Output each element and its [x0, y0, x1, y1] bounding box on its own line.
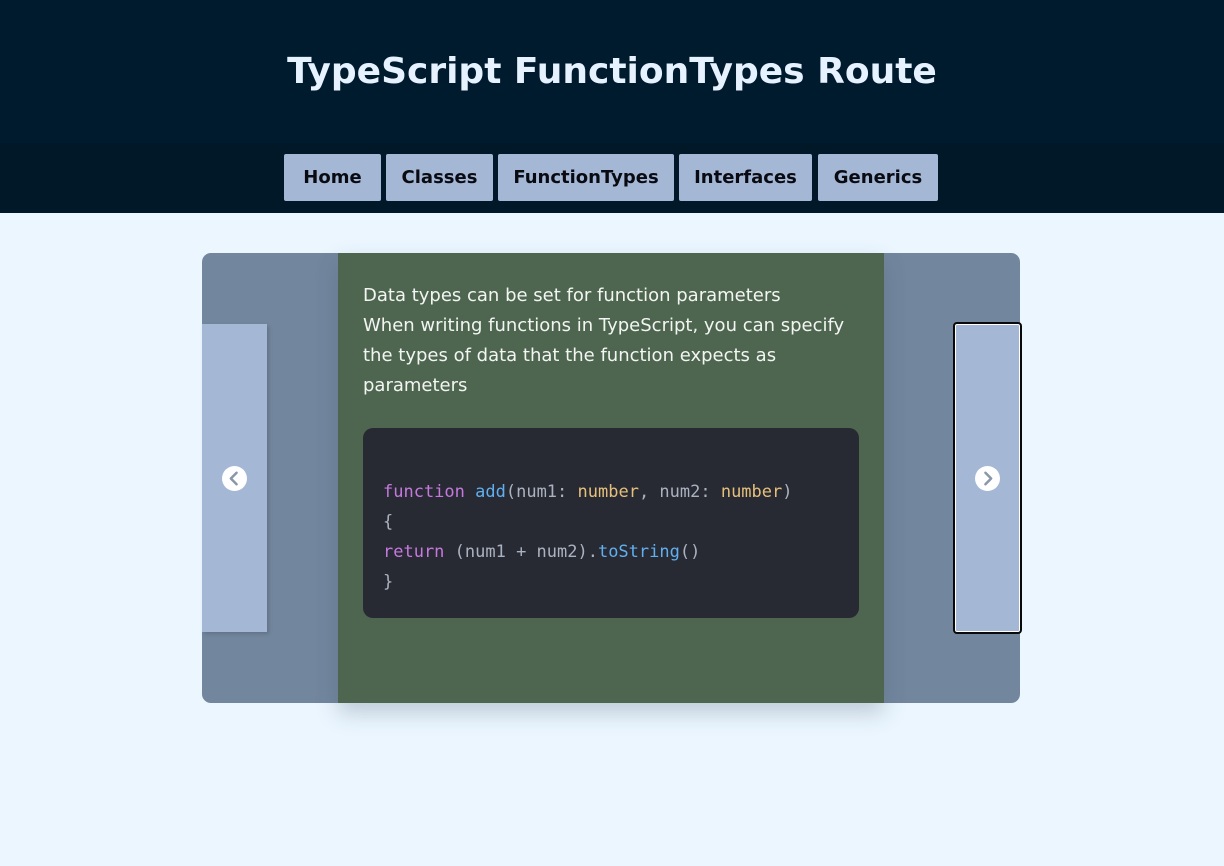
- nav-functiontypes-button[interactable]: FunctionTypes: [498, 154, 674, 201]
- nav-home-button[interactable]: Home: [284, 154, 381, 201]
- nav-classes-button[interactable]: Classes: [386, 154, 493, 201]
- carousel-prev-button[interactable]: [202, 324, 267, 632]
- code-text: (num1:: [505, 482, 578, 502]
- chevron-right-circle-icon: [975, 466, 1000, 491]
- code-type: number: [720, 482, 783, 502]
- code-keyword: function: [383, 482, 465, 502]
- code-line: }: [383, 572, 394, 592]
- page-title: TypeScript FunctionTypes Route: [287, 51, 937, 92]
- code-text: ): [782, 482, 793, 502]
- nav-interfaces-button[interactable]: Interfaces: [679, 154, 812, 201]
- code-text: , num2:: [638, 482, 721, 502]
- code-text: (num1 + num2).: [444, 542, 598, 562]
- code-line: return (num1 + num2).toString(): [383, 537, 793, 567]
- code-function-name: add: [475, 482, 506, 502]
- slide-body-line: the types of data that the function expe…: [363, 345, 777, 366]
- nav-bar: Home Classes FunctionTypes Interfaces Ge…: [0, 143, 1224, 213]
- code-type: number: [577, 482, 639, 502]
- slide-heading: Data types can be set for function param…: [363, 285, 781, 306]
- nav-generics-button[interactable]: Generics: [818, 154, 938, 201]
- carousel-slide: Data types can be set for function param…: [338, 253, 884, 703]
- chevron-left-circle-icon: [222, 466, 247, 491]
- slide-body-line: When writing functions in TypeScript, yo…: [363, 315, 845, 336]
- code-text: (): [679, 542, 701, 562]
- code-line: function add(num1: number, num2: number): [383, 477, 793, 507]
- code-block: function add(num1: number, num2: number)…: [363, 428, 859, 618]
- carousel-next-button[interactable]: [953, 322, 1022, 634]
- page-header: TypeScript FunctionTypes Route: [0, 0, 1224, 143]
- slide-body-line: parameters: [363, 375, 468, 396]
- code-line: {: [383, 512, 394, 532]
- code-method-name: toString: [597, 542, 680, 562]
- code-lines: function add(num1: number, num2: number)…: [383, 477, 793, 597]
- code-keyword: return: [383, 542, 445, 562]
- slide-text: Data types can be set for function param…: [363, 281, 853, 401]
